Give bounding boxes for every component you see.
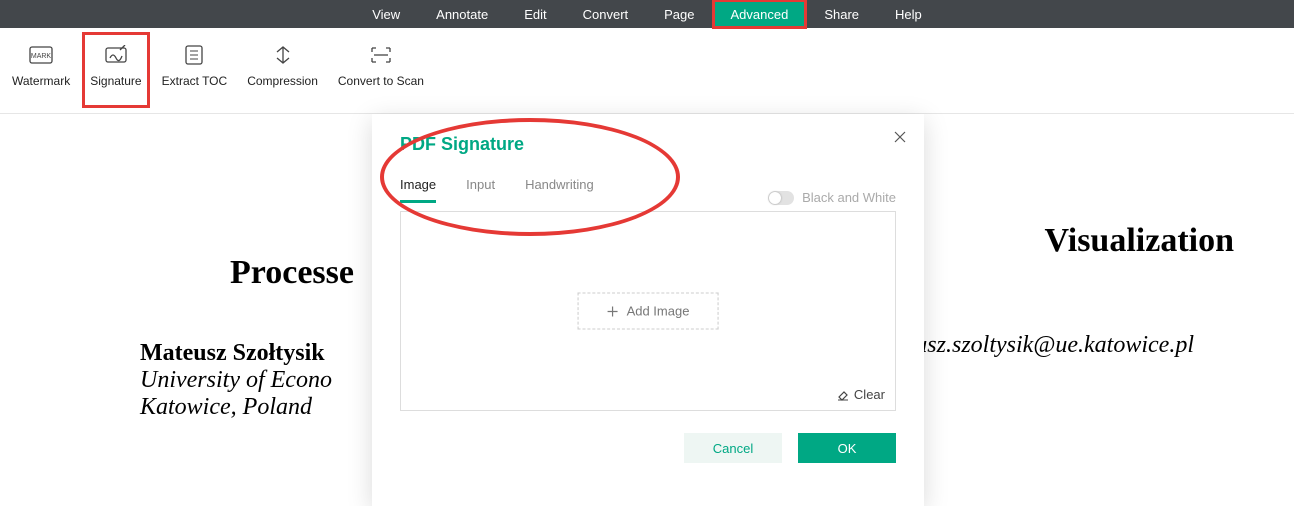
dialog-title: PDF Signature [400, 134, 896, 155]
menu-edit[interactable]: Edit [506, 0, 564, 28]
menu-share[interactable]: Share [806, 0, 877, 28]
extract-toc-icon [183, 42, 205, 68]
extract-toc-button[interactable]: Extract TOC [156, 34, 234, 106]
signature-icon [103, 42, 129, 68]
convert-to-scan-button[interactable]: Convert to Scan [332, 34, 430, 106]
tab-handwriting[interactable]: Handwriting [525, 173, 594, 203]
signature-canvas: Add Image Clear [400, 211, 896, 411]
top-menubar: View Annotate Edit Convert Page Advanced… [0, 0, 1294, 28]
clear-button[interactable]: Clear [836, 387, 885, 402]
ok-button[interactable]: OK [798, 433, 896, 463]
black-and-white-label: Black and White [802, 190, 896, 205]
doc-email: eusz.szoltysik@ue.katowice.pl [905, 332, 1194, 359]
clear-label: Clear [854, 387, 885, 402]
black-and-white-toggle-row: Black and White [768, 190, 896, 205]
compression-icon [272, 42, 294, 68]
menu-view[interactable]: View [354, 0, 418, 28]
eraser-icon [836, 388, 850, 402]
add-image-button[interactable]: Add Image [578, 293, 719, 330]
menu-help[interactable]: Help [877, 0, 940, 28]
watermark-icon: MARK [28, 42, 54, 68]
convert-to-scan-icon [369, 42, 393, 68]
dialog-buttons: Cancel OK [400, 433, 896, 463]
watermark-button[interactable]: MARK Watermark [6, 34, 76, 106]
cancel-button[interactable]: Cancel [684, 433, 782, 463]
black-and-white-toggle[interactable] [768, 191, 794, 205]
watermark-label: Watermark [12, 74, 70, 88]
menu-page[interactable]: Page [646, 0, 712, 28]
tab-input[interactable]: Input [466, 173, 495, 203]
ribbon-toolbar: MARK Watermark Signature Extract TOC Com… [0, 28, 1294, 114]
compression-label: Compression [247, 74, 318, 88]
doc-title-right: Visualization [1044, 222, 1234, 260]
extract-toc-label: Extract TOC [162, 74, 228, 88]
convert-to-scan-label: Convert to Scan [338, 74, 424, 88]
compression-button[interactable]: Compression [241, 34, 324, 106]
signature-button[interactable]: Signature [84, 34, 147, 106]
menu-annotate[interactable]: Annotate [418, 0, 506, 28]
signature-label: Signature [90, 74, 141, 88]
pdf-signature-dialog: PDF Signature Image Input Handwriting Bl… [372, 114, 924, 506]
tab-image[interactable]: Image [400, 173, 436, 203]
menu-advanced[interactable]: Advanced [713, 0, 807, 28]
close-button[interactable] [894, 130, 906, 146]
svg-text:MARK: MARK [31, 53, 52, 60]
menu-convert[interactable]: Convert [565, 0, 647, 28]
close-icon [894, 131, 906, 143]
add-image-label: Add Image [627, 304, 690, 319]
plus-icon [607, 305, 619, 317]
